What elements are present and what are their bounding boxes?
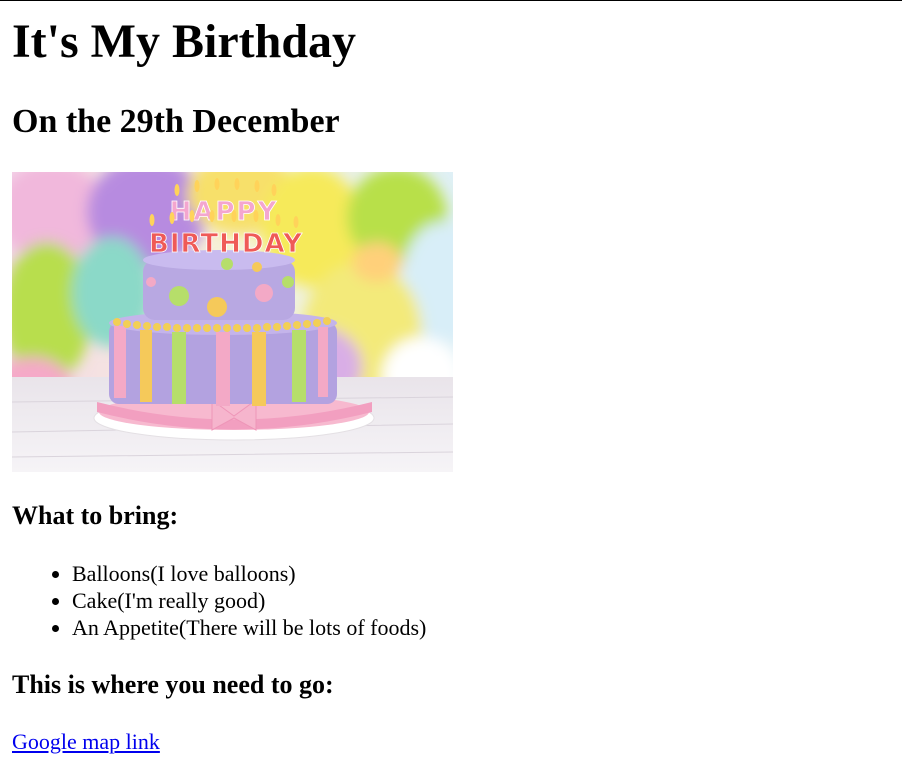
what-to-bring-heading: What to bring: xyxy=(12,501,179,530)
list-item: Balloons(I love balloons) xyxy=(72,560,426,587)
candle-letters-birthday: BIRTHDAY xyxy=(149,229,303,259)
directions-heading: This is where you need to go: xyxy=(12,670,334,699)
top-divider xyxy=(0,0,902,1)
candle-letters-happy: HAPPY xyxy=(170,197,279,227)
google-map-link[interactable]: Google map link xyxy=(12,727,160,757)
birthday-cake-image: HAPPY BIRTHDAY xyxy=(12,172,453,472)
list-item: Cake(I'm really good) xyxy=(72,587,426,614)
event-date-heading: On the 29th December xyxy=(12,103,340,140)
list-item: An Appetite(There will be lots of foods) xyxy=(72,614,426,641)
page-title: It's My Birthday xyxy=(12,15,357,68)
bring-list: Balloons(I love balloons) Cake(I'm reall… xyxy=(12,560,426,641)
